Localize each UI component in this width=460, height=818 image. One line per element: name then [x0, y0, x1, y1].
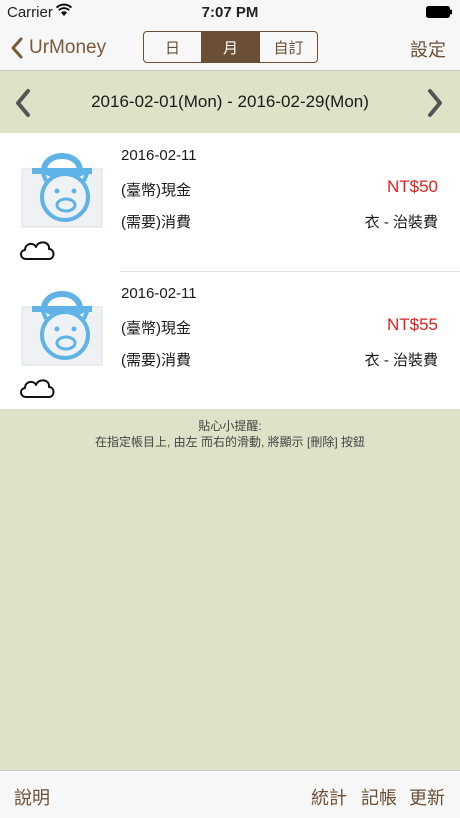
tip-title: 貼心小提醒:	[198, 419, 262, 433]
date-range-bar: 2016-02-01(Mon) - 2016-02-29(Mon)	[0, 72, 460, 133]
navigation-bar: UrMoney 日 月 自訂 設定	[0, 24, 460, 71]
tip-text: 在指定帳目上, 由左 而右的滑動, 將顯示 [刪除] 按鈕	[94, 435, 365, 449]
date-range-label: 2016-02-01(Mon) - 2016-02-29(Mon)	[91, 92, 369, 111]
entry-category: 衣 - 治裝費	[364, 214, 438, 231]
next-period-chevron-icon[interactable]	[424, 88, 446, 118]
segment-day[interactable]: 日	[144, 32, 201, 62]
entry-account: (臺幣)現金	[121, 320, 191, 337]
chevron-left-icon	[11, 37, 23, 59]
piggy-bag-icon	[21, 153, 103, 228]
piggy-bag-icon	[21, 291, 103, 366]
help-button[interactable]: 說明	[14, 784, 50, 810]
settings-button[interactable]: 設定	[410, 36, 446, 62]
update-button[interactable]: 更新	[409, 784, 445, 810]
entry-amount: NT$50	[386, 177, 438, 196]
entries-list: 2016-02-11 (臺幣)現金 NT$50 (需要)消費 衣 - 治裝費 2…	[0, 133, 460, 409]
back-button[interactable]: UrMoney	[10, 34, 106, 62]
cloud-sync-icon	[20, 379, 55, 398]
entry-date: 2016-02-11	[121, 285, 197, 302]
entry-type: (需要)消費	[121, 352, 191, 369]
statistics-button[interactable]: 統計	[311, 784, 347, 810]
entry-row[interactable]: 2016-02-11 (臺幣)現金 NT$50 (需要)消費 衣 - 治裝費	[0, 133, 460, 271]
segment-custom[interactable]: 自訂	[259, 32, 317, 62]
cloud-sync-icon	[20, 241, 55, 260]
clock: 7:07 PM	[201, 4, 259, 21]
bottom-toolbar: 說明 統計 記帳 更新	[0, 770, 460, 818]
entry-type: (需要)消費	[121, 214, 191, 231]
record-button[interactable]: 記帳	[361, 784, 397, 810]
entry-date: 2016-02-11	[121, 147, 197, 164]
battery-icon	[426, 6, 452, 18]
period-segmented-control: 日 月 自訂	[143, 31, 318, 63]
entry-category: 衣 - 治裝費	[364, 352, 438, 369]
back-button-label: UrMoney	[29, 37, 107, 58]
tip-message: 貼心小提醒: 在指定帳目上, 由左 而右的滑動, 將顯示 [刪除] 按鈕	[0, 418, 460, 450]
segment-month[interactable]: 月	[201, 32, 259, 62]
entry-amount: NT$55	[386, 315, 438, 334]
entry-row[interactable]: 2016-02-11 (臺幣)現金 NT$55 (需要)消費 衣 - 治裝費	[0, 271, 460, 409]
entry-account: (臺幣)現金	[121, 182, 191, 199]
status-bar: Carrier 7:07 PM	[0, 0, 460, 24]
